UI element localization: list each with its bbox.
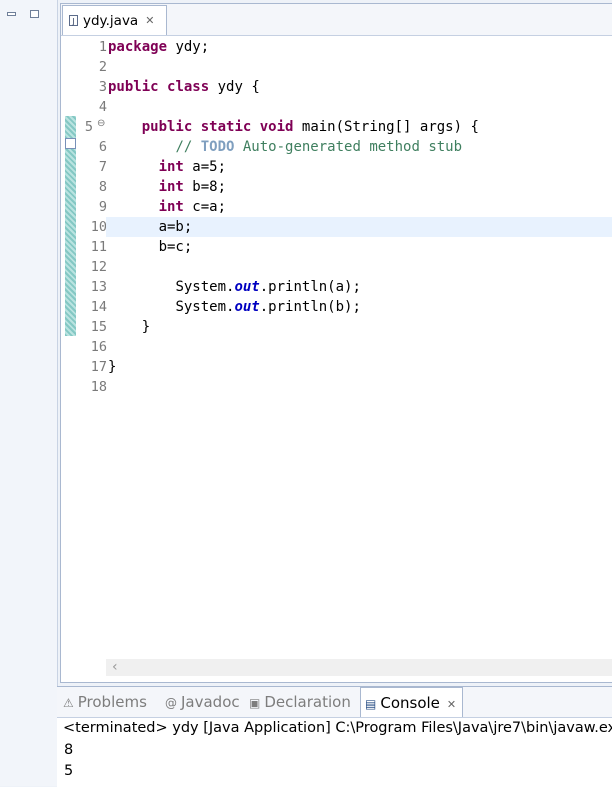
console-output-line: 5 — [64, 763, 74, 779]
console-output-line: 8 — [64, 742, 74, 758]
declaration-icon: ▣ — [249, 696, 261, 710]
editor-tab-label: ydy.java — [83, 12, 139, 29]
code-text: main(String[] args) { — [293, 119, 479, 135]
line-number: 10 — [90, 219, 107, 235]
console-status-line: <terminated> ydy [Java Application] C:\P… — [63, 720, 612, 736]
tab-console[interactable]: ▤ Console ✕ — [360, 687, 464, 717]
todo-tag: TODO — [200, 139, 235, 155]
tab-declaration[interactable]: ▣ Declaration — [249, 687, 351, 717]
code-text: a=5; — [183, 159, 227, 175]
keyword: int — [158, 159, 184, 175]
line-number: 1 — [98, 39, 107, 55]
line-number: 4 — [98, 99, 107, 115]
keyword: package — [108, 39, 168, 55]
code-text: a=b; — [158, 219, 193, 235]
change-annotation-bar — [65, 116, 76, 336]
static-field: out — [234, 299, 260, 315]
line-number: 14 — [90, 299, 107, 315]
close-icon[interactable]: ✕ — [447, 698, 456, 711]
tab-javadoc[interactable]: @ Javadoc — [165, 687, 240, 717]
code-text: System. — [175, 279, 235, 295]
keyword: public — [108, 79, 159, 95]
code-line: // TODO Auto-generated method stub — [106, 137, 612, 157]
code-text: b=c; — [158, 239, 193, 255]
code-line: public class ydy { — [106, 77, 612, 97]
fold-collapse-icon[interactable]: ⊖ — [97, 118, 105, 129]
code-text: ydy; — [167, 39, 210, 55]
code-line: int a=5; — [106, 157, 612, 177]
code-line: b=c; — [106, 237, 612, 257]
line-number: 15 — [90, 319, 107, 335]
minimize-icon[interactable] — [7, 12, 16, 16]
line-number: 7 — [98, 159, 107, 175]
keyword: public — [141, 119, 193, 135]
line-number: 9 — [98, 199, 107, 215]
quick-diff-icon[interactable] — [65, 138, 76, 149]
close-icon[interactable]: ✕ — [145, 14, 154, 27]
problems-icon: ⚠ — [63, 696, 74, 710]
line-number: 16 — [90, 339, 107, 355]
keyword: static — [200, 119, 252, 135]
code-line: } — [106, 357, 612, 377]
keyword: class — [167, 79, 210, 95]
left-view-strip — [0, 0, 58, 786]
keyword: void — [259, 119, 294, 135]
editor-tab[interactable]: J ydy.java ✕ — [62, 5, 167, 35]
tab-label: Declaration — [264, 693, 351, 711]
line-number: 8 — [98, 179, 107, 195]
code-text: .println(a); — [259, 279, 361, 295]
bottom-tab-bar: ⚠ Problems @ Javadoc ▣ Declaration ▤ Console… — [57, 687, 612, 718]
code-line: int c=a; — [106, 197, 612, 217]
code-text: } — [141, 319, 151, 335]
line-number: 13 — [90, 279, 107, 295]
line-number: 12 — [90, 259, 107, 275]
code-line: } — [106, 317, 612, 337]
java-file-icon: J — [69, 15, 78, 26]
console-icon: ▤ — [365, 697, 377, 711]
line-number-ruler: 1 2 3 4 5 6 7 8 9 10 11 12 13 14 15 16 1… — [77, 37, 107, 397]
line-number: 3 — [98, 79, 107, 95]
line-number: 18 — [90, 379, 107, 395]
comment: // — [175, 139, 201, 155]
at-icon: @ — [165, 696, 177, 710]
keyword: int — [158, 179, 184, 195]
code-line: System.out.println(a); — [106, 277, 612, 297]
code-text: .println(b); — [259, 299, 361, 315]
tab-problems[interactable]: ⚠ Problems — [63, 687, 147, 717]
horizontal-scrollbar[interactable]: ‹ — [106, 659, 612, 676]
code-line: System.out.println(b); — [106, 297, 612, 317]
line-number: 2 — [98, 59, 107, 75]
maximize-icon[interactable] — [30, 10, 39, 18]
static-field: out — [234, 279, 260, 295]
console-panel: ⚠ Problems @ Javadoc ▣ Declaration ▤ Console… — [57, 686, 612, 787]
editor-tab-bar: J ydy.java ✕ — [61, 4, 612, 36]
code-text: ydy { — [209, 79, 260, 95]
keyword: int — [158, 199, 184, 215]
code-editor: J ydy.java ✕ 1 2 3 4 5 6 7 8 9 10 11 12 … — [60, 3, 612, 683]
code-line: package ydy; — [106, 37, 612, 57]
code-line: int b=8; — [106, 177, 612, 197]
scroll-left-icon[interactable]: ‹ — [112, 659, 118, 676]
line-number: 6 — [98, 139, 107, 155]
code-text-area[interactable]: package ydy; public class ydy { public s… — [106, 37, 612, 397]
tab-label: Problems — [77, 693, 147, 711]
tab-label: Javadoc — [181, 693, 240, 711]
current-code-line: a=b; — [106, 217, 612, 237]
line-number: 17 — [90, 359, 107, 375]
code-text: b=8; — [183, 179, 227, 195]
tab-label: Console — [380, 694, 440, 712]
line-number: 11 — [90, 239, 107, 255]
code-text: System. — [175, 299, 235, 315]
code-text: c=a; — [183, 199, 227, 215]
code-text: } — [108, 359, 117, 375]
comment: Auto-generated method stub — [234, 139, 463, 155]
code-line: public static void main(String[] args) { — [106, 117, 612, 137]
